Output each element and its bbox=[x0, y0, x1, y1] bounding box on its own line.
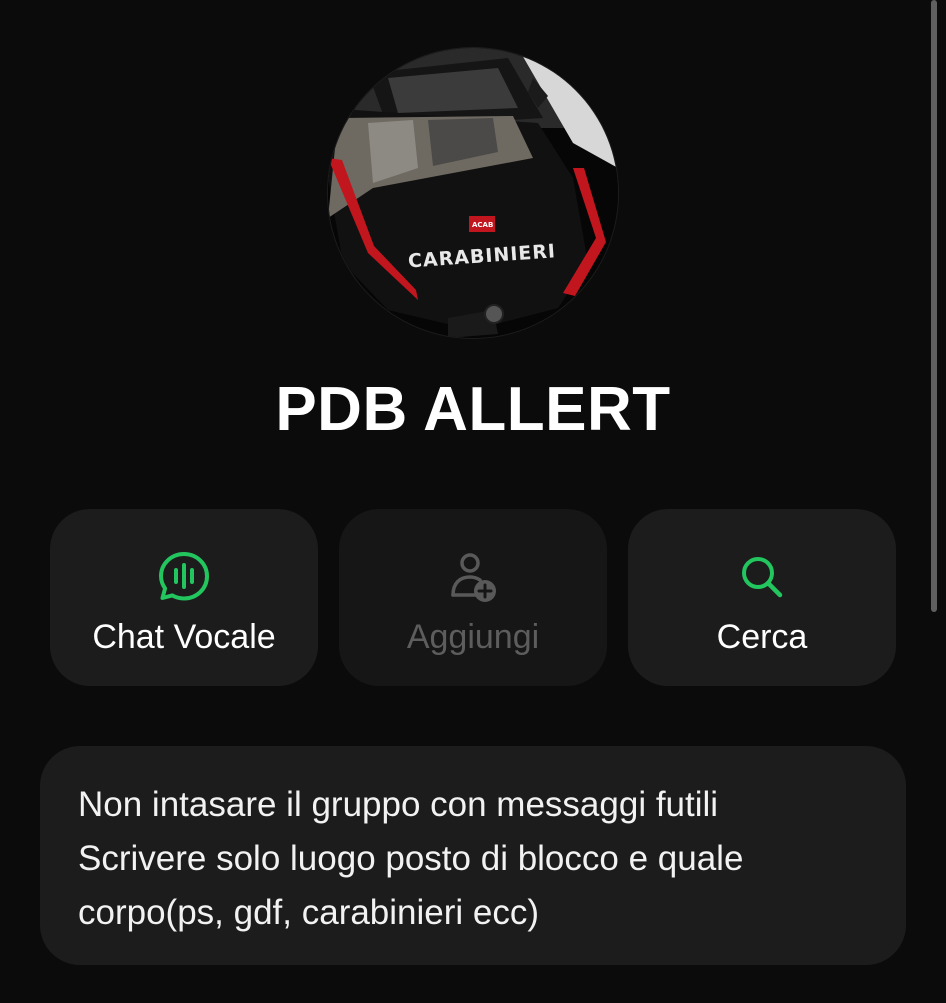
description-line: Non intasare il gruppo con messaggi futi… bbox=[78, 785, 719, 824]
group-avatar[interactable]: ACAB CARABINIERI bbox=[328, 48, 618, 338]
add-member-button[interactable]: Aggiungi bbox=[339, 509, 607, 686]
avatar-badge: ACAB bbox=[472, 221, 493, 229]
voice-chat-icon bbox=[159, 552, 209, 601]
avatar-image: ACAB CARABINIERI bbox=[328, 48, 618, 338]
voice-chat-button[interactable]: Chat Vocale bbox=[50, 509, 318, 686]
add-member-icon bbox=[451, 553, 496, 602]
description-line: corpo(ps, gdf, carabinieri ecc) bbox=[78, 893, 540, 932]
group-description: Non intasare il gruppo con messaggi futi… bbox=[40, 746, 906, 965]
search-icon bbox=[742, 557, 783, 598]
scrollbar[interactable] bbox=[931, 0, 937, 612]
group-name: PDB ALLERT bbox=[275, 375, 671, 444]
voice-chat-label: Chat Vocale bbox=[92, 618, 276, 656]
add-member-label: Aggiungi bbox=[406, 618, 540, 656]
search-button[interactable]: Cerca bbox=[628, 509, 896, 686]
search-label: Cerca bbox=[716, 618, 808, 656]
description-line: Scrivere solo luogo posto di blocco e qu… bbox=[78, 839, 744, 878]
